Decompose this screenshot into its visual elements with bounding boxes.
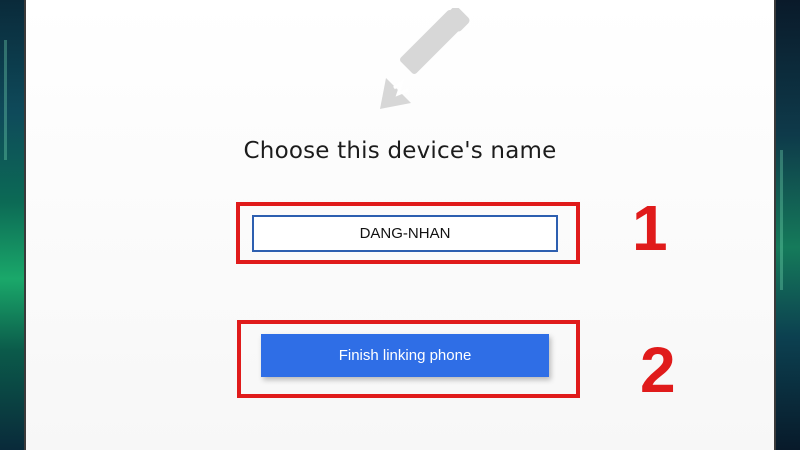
left-edge-stripe [4,40,7,160]
step-number-2: 2 [640,334,676,406]
right-background-edge [776,0,800,450]
step-number-1: 1 [632,192,668,264]
device-name-input[interactable] [252,215,558,252]
dialog-title: Choose this device's name [243,138,557,164]
right-edge-stripe [780,150,783,290]
left-background-edge [0,0,24,450]
pencil-icon [380,8,470,109]
finish-linking-button[interactable]: Finish linking phone [261,334,549,377]
